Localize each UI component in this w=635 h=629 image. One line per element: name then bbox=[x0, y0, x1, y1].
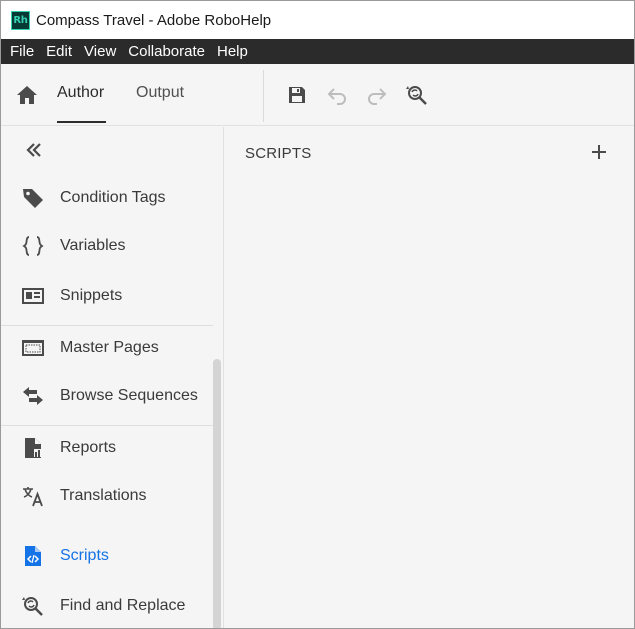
tab-output[interactable]: Output bbox=[136, 84, 184, 106]
tag-icon bbox=[21, 186, 45, 210]
scripts-panel: SCRIPTS bbox=[225, 127, 634, 628]
sidebar-item-scripts[interactable]: Scripts bbox=[1, 535, 213, 577]
menu-bar: File Edit View Collaborate Help bbox=[1, 39, 634, 64]
script-file-icon bbox=[21, 544, 45, 568]
find-replace-icon[interactable] bbox=[405, 83, 429, 107]
sidebar-item-browse-sequences[interactable]: Browse Sequences bbox=[1, 375, 213, 417]
sidebar-item-label: Snippets bbox=[60, 287, 123, 304]
save-icon[interactable] bbox=[285, 83, 309, 107]
toolbar: Author Output bbox=[1, 64, 634, 126]
redo-icon[interactable] bbox=[365, 83, 389, 107]
menu-edit[interactable]: Edit bbox=[40, 39, 78, 64]
sidebar-item-label: Variables bbox=[60, 237, 126, 254]
sidebar-item-variables[interactable]: Variables bbox=[1, 225, 213, 267]
sidebar-item-reports[interactable]: Reports bbox=[1, 427, 213, 469]
app-window: Rh Compass Travel - Adobe RoboHelp File … bbox=[0, 0, 635, 629]
reports-icon bbox=[21, 436, 45, 460]
scrollbar-thumb[interactable] bbox=[213, 359, 221, 628]
sidebar-item-label: Condition Tags bbox=[60, 189, 166, 206]
sidebar-scrollbar[interactable] bbox=[213, 359, 221, 628]
menu-file[interactable]: File bbox=[4, 39, 40, 64]
sidebar-item-find-and-replace[interactable]: Find and Replace bbox=[1, 585, 213, 627]
sidebar-item-label: Master Pages bbox=[60, 339, 159, 356]
title-bar: Rh Compass Travel - Adobe RoboHelp bbox=[1, 1, 634, 39]
tab-author[interactable]: Author bbox=[57, 84, 104, 106]
sidebar: Condition Tags Variables Snippets Master… bbox=[1, 127, 224, 628]
sidebar-item-label: Translations bbox=[60, 487, 147, 504]
plus-icon[interactable] bbox=[589, 142, 609, 162]
toolbar-divider bbox=[263, 70, 264, 122]
menu-help[interactable]: Help bbox=[211, 39, 254, 64]
nav-divider bbox=[1, 425, 213, 426]
sidebar-item-snippets[interactable]: Snippets bbox=[1, 275, 213, 317]
home-icon[interactable] bbox=[15, 83, 39, 107]
find-replace-icon bbox=[21, 594, 45, 618]
double-chevron-left-icon[interactable] bbox=[23, 139, 45, 161]
sidebar-item-label: Reports bbox=[60, 439, 117, 456]
active-tab-indicator bbox=[57, 121, 106, 123]
translate-icon bbox=[21, 484, 45, 508]
menu-view[interactable]: View bbox=[78, 39, 122, 64]
window-title: Compass Travel - Adobe RoboHelp bbox=[36, 11, 272, 29]
panel-title: SCRIPTS bbox=[245, 145, 312, 162]
master-page-icon bbox=[21, 336, 45, 360]
sidebar-item-label: Scripts bbox=[60, 547, 109, 564]
sidebar-item-translations[interactable]: Translations bbox=[1, 475, 213, 517]
menu-collaborate[interactable]: Collaborate bbox=[122, 39, 211, 64]
robohelp-logo-icon: Rh bbox=[11, 10, 30, 30]
undo-icon[interactable] bbox=[325, 83, 349, 107]
braces-icon bbox=[21, 234, 45, 258]
sidebar-item-master-pages[interactable]: Master Pages bbox=[1, 327, 213, 369]
sidebar-item-label: Browse Sequences bbox=[60, 387, 198, 404]
browse-sequence-icon bbox=[21, 384, 45, 408]
sidebar-item-condition-tags[interactable]: Condition Tags bbox=[1, 177, 213, 219]
snippet-icon bbox=[21, 284, 45, 308]
nav-divider bbox=[1, 325, 213, 326]
sidebar-item-label: Find and Replace bbox=[60, 597, 186, 614]
